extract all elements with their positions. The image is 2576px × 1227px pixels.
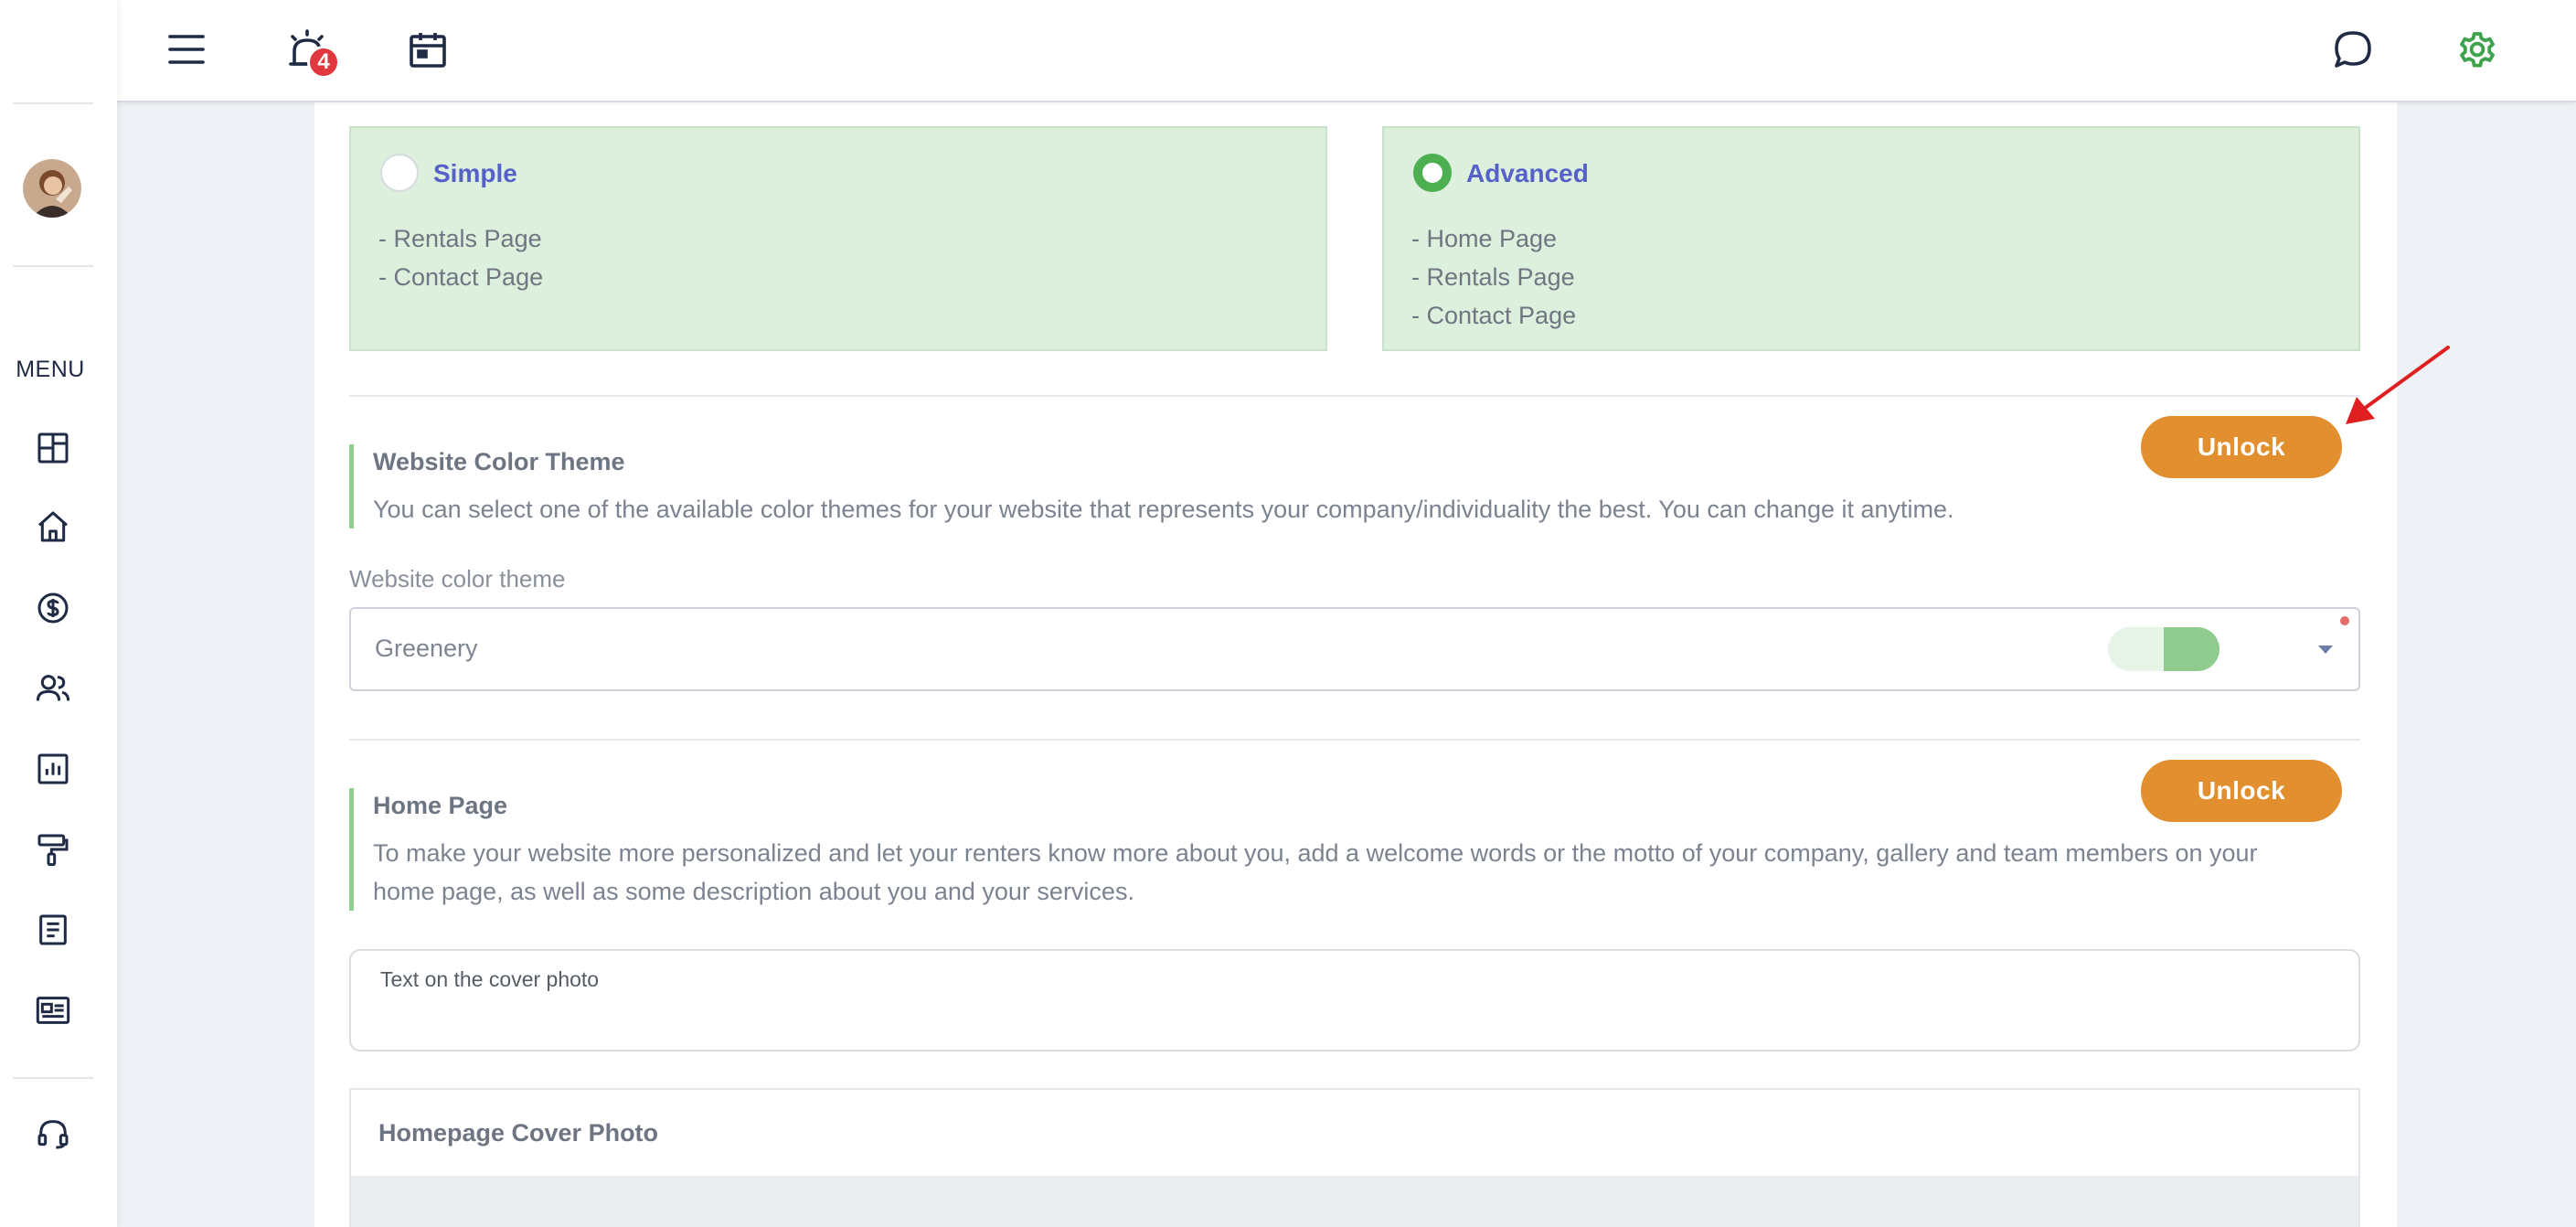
users-icon[interactable]: [31, 667, 75, 710]
plan-advanced-title: Advanced: [1466, 159, 1589, 187]
annotation-arrow-icon: [2346, 346, 2450, 424]
calendar-icon[interactable]: [400, 22, 455, 77]
plan-card-advanced[interactable]: Advanced - Home Page - Rentals Page - Co…: [1382, 126, 2360, 351]
menu-label: MENU: [16, 357, 85, 382]
home-page-description: To make your website more personalized a…: [373, 834, 2258, 911]
plan-advanced-radio[interactable]: [1413, 154, 1452, 192]
gear-icon[interactable]: [2450, 22, 2505, 77]
cover-photo-title: Homepage Cover Photo: [378, 1119, 659, 1147]
top-bar: 4: [117, 0, 2576, 102]
plan-simple-title: Simple: [433, 159, 517, 187]
hamburger-menu-icon[interactable]: [159, 22, 214, 77]
cover-photo-upload-area[interactable]: [351, 1176, 2358, 1227]
document-icon[interactable]: [31, 908, 75, 952]
dollar-icon[interactable]: [31, 586, 75, 630]
plan-simple-radio[interactable]: [380, 154, 419, 192]
plan-page-item: - Contact Page: [378, 263, 544, 291]
notification-badge: 4: [307, 46, 340, 79]
theme-swatch-light: [2108, 627, 2164, 671]
section-accent-bar: [349, 788, 354, 911]
home-page-description-line: To make your website more personalized a…: [373, 839, 2258, 867]
avatar[interactable]: [23, 159, 81, 218]
home-page-title: Home Page: [373, 792, 508, 819]
color-theme-select[interactable]: Greenery: [349, 607, 2360, 691]
cover-text-input[interactable]: Text on the cover photo: [349, 949, 2360, 1051]
plan-card-simple[interactable]: Simple - Rentals Page - Contact Page: [349, 126, 1327, 351]
id-card-icon[interactable]: [31, 988, 75, 1032]
theme-color-swatch: [2108, 627, 2219, 671]
plan-advanced-pages: - Home Page - Rentals Page - Contact Pag…: [1411, 219, 1576, 335]
plan-page-item: - Home Page: [1411, 225, 1558, 252]
required-indicator: [2340, 616, 2349, 625]
plan-page-item: - Rentals Page: [1411, 263, 1575, 291]
theme-swatch-dark: [2164, 627, 2219, 671]
plan-page-item: - Rentals Page: [378, 225, 542, 252]
settings-content: Simple - Rentals Page - Contact Page Adv…: [314, 102, 2397, 1227]
plan-simple-pages: - Rentals Page - Contact Page: [378, 219, 543, 296]
report-icon[interactable]: [31, 747, 75, 791]
color-theme-title: Website Color Theme: [373, 448, 625, 475]
section-divider: [349, 739, 2360, 741]
color-theme-field-label: Website color theme: [349, 565, 566, 592]
home-page-description-line: home page, as well as some description a…: [373, 878, 1134, 905]
section-divider: [349, 395, 2360, 397]
headset-icon[interactable]: [31, 1112, 75, 1156]
color-theme-selected-value: Greenery: [375, 635, 478, 662]
dashboard-icon[interactable]: [31, 426, 75, 470]
plan-page-item: - Contact Page: [1411, 302, 1577, 329]
cover-text-label: Text on the cover photo: [380, 967, 600, 991]
home-icon[interactable]: [31, 505, 75, 549]
sidebar-divider: [13, 1077, 93, 1079]
cover-photo-panel: Homepage Cover Photo: [349, 1088, 2360, 1227]
chevron-down-icon[interactable]: [2318, 646, 2333, 654]
chat-icon[interactable]: [2326, 22, 2380, 77]
paint-roller-icon[interactable]: [31, 827, 75, 871]
sidebar: MENU: [0, 0, 117, 1227]
section-accent-bar: [349, 444, 354, 528]
color-theme-description: You can select one of the available colo…: [373, 496, 1954, 523]
unlock-color-theme-button[interactable]: Unlock: [2141, 416, 2342, 478]
sidebar-divider: [13, 102, 93, 104]
sidebar-divider: [13, 265, 93, 267]
unlock-home-page-button[interactable]: Unlock: [2141, 760, 2342, 822]
